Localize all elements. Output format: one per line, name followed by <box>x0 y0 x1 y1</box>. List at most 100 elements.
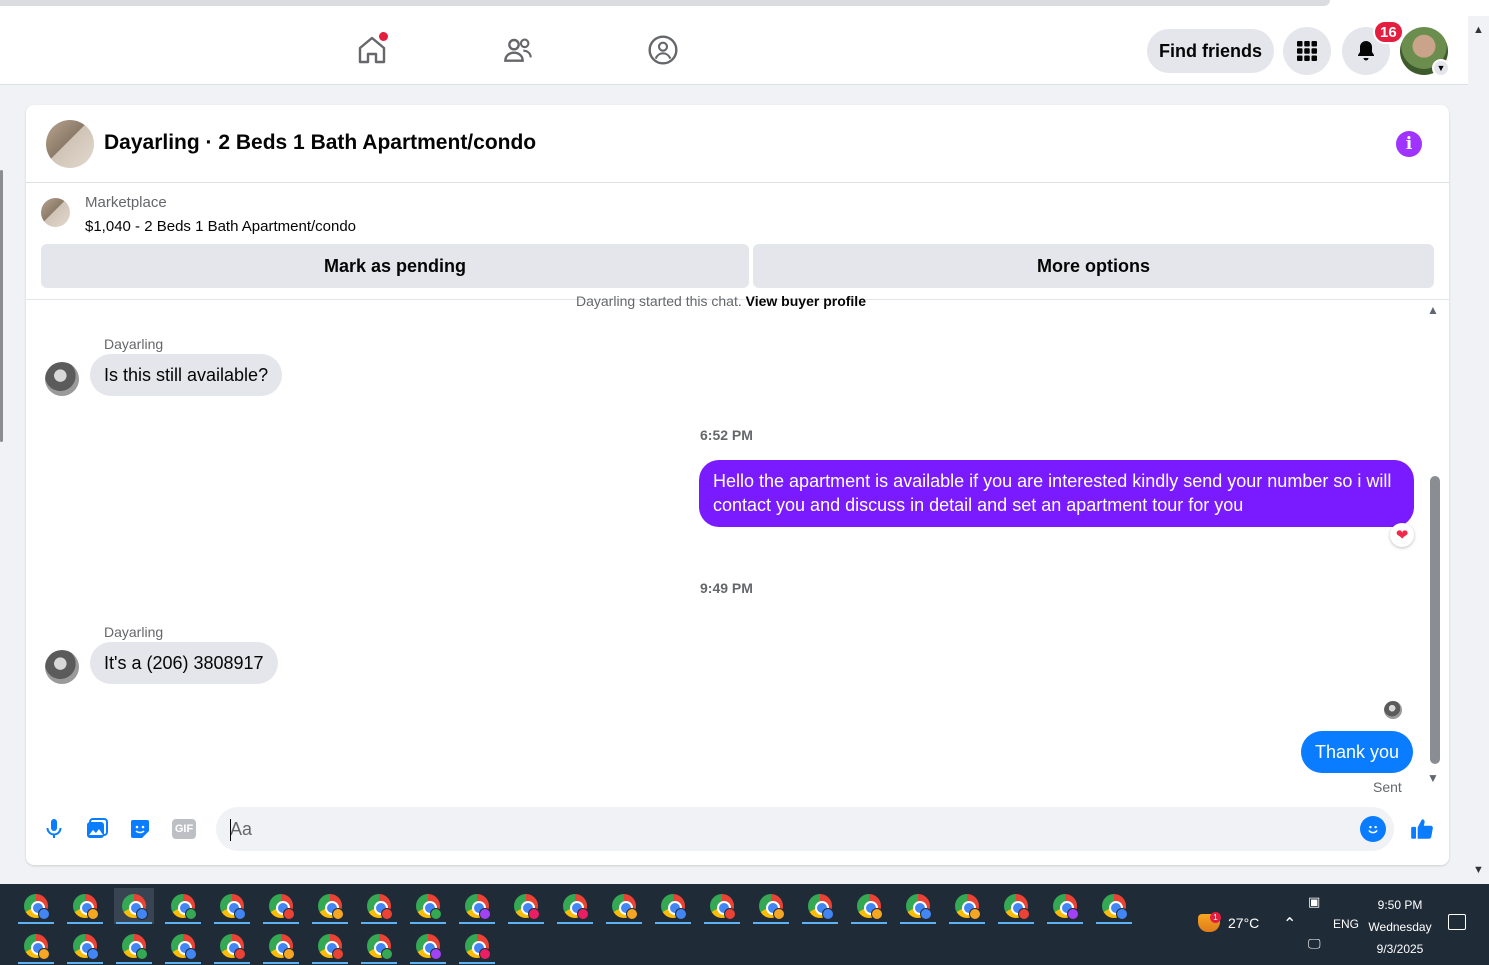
taskbar-chrome-app[interactable] <box>359 928 399 964</box>
voice-clip-button[interactable] <box>40 815 68 843</box>
taskbar-chrome-app[interactable] <box>163 888 203 924</box>
taskbar-chrome-app[interactable] <box>16 928 56 964</box>
taskbar-chrome-app[interactable] <box>898 888 938 924</box>
taskbar-chrome-app[interactable] <box>65 928 105 964</box>
profile-badge-icon <box>87 948 99 960</box>
outgoing-message[interactable]: Thank you <box>1301 731 1414 773</box>
home-nav-button[interactable] <box>352 30 392 70</box>
groups-nav-button[interactable] <box>643 30 683 70</box>
listing-avatar[interactable] <box>46 120 94 168</box>
profile-badge-icon <box>675 908 687 920</box>
network-icon[interactable]: 🖵 <box>1308 936 1321 952</box>
home-notification-dot <box>379 32 388 41</box>
running-indicator <box>459 922 495 924</box>
message-scroll-down-icon[interactable]: ▼ <box>1427 771 1439 785</box>
like-button[interactable] <box>1408 815 1436 843</box>
taskbar-chrome-app[interactable] <box>1045 888 1085 924</box>
running-indicator <box>312 922 348 924</box>
view-buyer-profile-link[interactable]: View buyer profile <box>746 293 866 309</box>
taskbar-chrome-app[interactable] <box>555 888 595 924</box>
action-center-icon[interactable] <box>1448 914 1466 930</box>
taskbar-chrome-app[interactable] <box>114 928 154 964</box>
more-options-button[interactable]: More options <box>753 244 1434 288</box>
language-indicator[interactable]: ENG <box>1333 917 1359 931</box>
running-indicator <box>165 922 201 924</box>
taskbar-chrome-app[interactable] <box>114 888 154 924</box>
taskbar-chrome-app[interactable] <box>16 888 56 924</box>
notification-count-badge: 16 <box>1373 20 1404 44</box>
chat-title[interactable]: Dayarling · 2 Beds 1 Bath Apartment/cond… <box>104 131 536 155</box>
taskbar-chrome-app[interactable] <box>702 888 742 924</box>
outgoing-message[interactable]: Hello the apartment is available if you … <box>699 460 1414 527</box>
mark-as-pending-button[interactable]: Mark as pending <box>41 244 749 288</box>
chevron-down-icon[interactable]: ▼ <box>1432 59 1450 77</box>
sticker-button[interactable] <box>126 815 154 843</box>
profile-badge-icon <box>38 948 50 960</box>
profile-badge-icon <box>1116 908 1128 920</box>
taskbar-chrome-app[interactable] <box>408 888 448 924</box>
taskbar-chrome-app[interactable] <box>506 888 546 924</box>
taskbar-chrome-app[interactable] <box>457 928 497 964</box>
taskbar-chrome-app[interactable] <box>65 888 105 924</box>
profile-badge-icon <box>136 948 148 960</box>
clock-time: 9:50 PM <box>1377 898 1423 912</box>
incoming-message[interactable]: Is this still available? <box>90 354 283 396</box>
profile-badge-icon <box>332 908 344 920</box>
taskbar-chrome-app[interactable] <box>408 928 448 964</box>
sender-avatar[interactable] <box>45 650 79 684</box>
incoming-message[interactable]: It's a (206) 3808917 <box>90 642 278 684</box>
listing-price-title[interactable]: $1,040 - 2 Beds 1 Bath Apartment/condo <box>85 218 356 235</box>
running-indicator <box>410 962 446 964</box>
taskbar-chrome-app[interactable] <box>1094 888 1134 924</box>
heart-reaction-icon[interactable]: ❤ <box>1390 523 1414 547</box>
taskbar-chrome-app[interactable] <box>359 888 399 924</box>
taskbar-chrome-app[interactable] <box>604 888 644 924</box>
running-indicator <box>263 962 299 964</box>
taskbar-chrome-app[interactable] <box>310 888 350 924</box>
taskbar-chrome-app[interactable] <box>261 888 301 924</box>
meet-now-icon[interactable]: ▣ <box>1308 894 1320 910</box>
scroll-down-icon[interactable]: ▼ <box>1473 864 1484 876</box>
taskbar-chrome-app[interactable] <box>457 888 497 924</box>
scroll-up-icon[interactable]: ▲ <box>1473 24 1484 36</box>
gif-icon[interactable]: GIF <box>172 819 196 839</box>
chevron-up-icon[interactable]: ⌃ <box>1283 914 1296 934</box>
running-indicator <box>312 962 348 964</box>
info-icon[interactable]: i <box>1396 131 1422 157</box>
taskbar-chrome-app[interactable] <box>653 888 693 924</box>
taskbar-chrome-app[interactable] <box>310 928 350 964</box>
page-scrollbar[interactable]: ▲ ▼ <box>1468 16 1489 884</box>
taskbar-chrome-app[interactable] <box>996 888 1036 924</box>
message-scrollbar-thumb[interactable] <box>1430 476 1440 764</box>
taskbar-chrome-app[interactable] <box>212 928 252 964</box>
friends-nav-button[interactable] <box>498 30 538 70</box>
menu-grid-button[interactable] <box>1283 27 1331 75</box>
system-clock[interactable]: 9:50 PM Wednesday 9/3/2025 <box>1360 894 1440 960</box>
running-indicator <box>67 962 103 964</box>
taskbar-chrome-app[interactable] <box>849 888 889 924</box>
profile-badge-icon <box>724 908 736 920</box>
profile-badge-icon <box>381 908 393 920</box>
taskbar-chrome-app[interactable] <box>947 888 987 924</box>
running-indicator <box>998 922 1034 924</box>
chat-window: Dayarling · 2 Beds 1 Bath Apartment/cond… <box>26 105 1449 865</box>
find-friends-button[interactable]: Find friends <box>1147 29 1274 73</box>
chat-started-text: Dayarling started this chat. <box>576 293 742 309</box>
weather-widget[interactable]: 27°C <box>1198 914 1259 932</box>
message-scroll-up-icon[interactable]: ▲ <box>1427 303 1439 317</box>
message-input[interactable] <box>216 807 1394 851</box>
running-indicator <box>1047 922 1083 924</box>
taskbar-chrome-app[interactable] <box>800 888 840 924</box>
taskbar-chrome-app[interactable] <box>751 888 791 924</box>
listing-thumbnail[interactable] <box>41 198 70 227</box>
browser-scroll-bar <box>0 0 1330 6</box>
taskbar-chrome-app[interactable] <box>163 928 203 964</box>
taskbar-chrome-app[interactable] <box>212 888 252 924</box>
emoji-button[interactable] <box>1360 816 1386 842</box>
attach-photo-button[interactable] <box>83 815 111 843</box>
taskbar-chrome-app[interactable] <box>261 928 301 964</box>
profile-badge-icon <box>430 948 442 960</box>
sender-avatar[interactable] <box>45 362 79 396</box>
profile-badge-icon <box>1018 908 1030 920</box>
top-navbar: Find friends 16 ▼ <box>0 16 1468 85</box>
